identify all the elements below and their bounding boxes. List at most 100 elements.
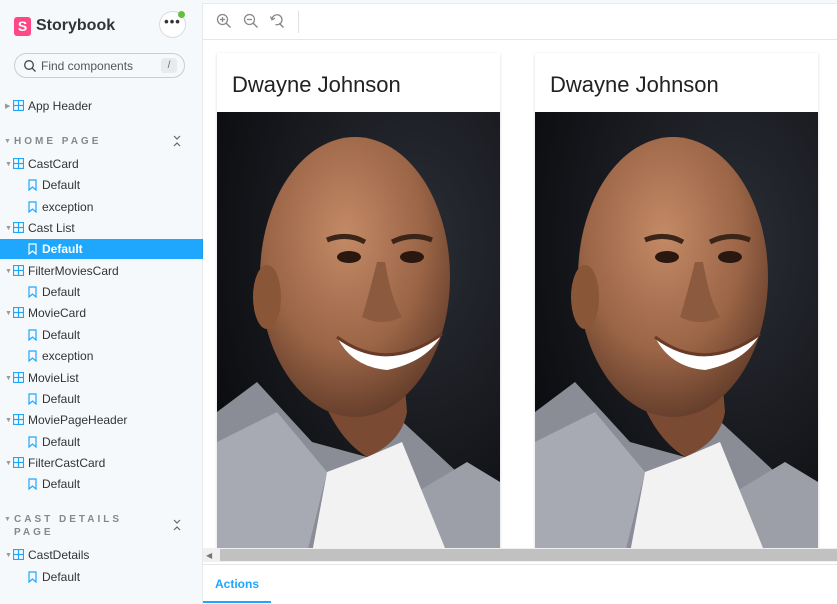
story-item[interactable]: Default xyxy=(0,432,203,452)
story-label: exception xyxy=(42,349,94,363)
brand[interactable]: S Storybook xyxy=(14,14,115,38)
tree-item-app-header[interactable]: ▶ App Header xyxy=(0,96,203,116)
sidebar: S Storybook ••• Find components / ▶ App … xyxy=(0,0,203,604)
cast-name: Dwayne Johnson xyxy=(232,72,401,97)
caret-down-icon: ▼ xyxy=(5,416,12,424)
zoom-out-icon[interactable] xyxy=(243,13,259,29)
tree-item-label: App Header xyxy=(28,99,93,113)
caret-down-icon: ▼ xyxy=(4,138,11,145)
story-item[interactable]: Default xyxy=(0,567,203,587)
addons-panel: Actions xyxy=(203,564,837,604)
tree-item-moviepageheader[interactable]: ▼ MoviePageHeader xyxy=(0,410,203,430)
tree-item-label: CastDetails xyxy=(28,548,90,562)
caret-down-icon: ▼ xyxy=(5,267,12,275)
tree-item-label: MovieList xyxy=(28,371,79,385)
component-icon xyxy=(13,158,24,169)
group-title-line2: PAGE xyxy=(14,527,54,538)
story-item[interactable]: exception xyxy=(0,197,203,217)
story-item[interactable]: Default xyxy=(0,474,203,494)
cast-photo xyxy=(217,112,500,548)
tree-item-castcard[interactable]: ▼ CastCard xyxy=(0,154,203,174)
group-cast-details-page[interactable]: CAST DETAILS PAGE xyxy=(14,514,122,538)
cast-card[interactable]: Dwayne Johnson xyxy=(217,53,500,548)
bookmark-icon xyxy=(28,393,37,405)
tree-item-filtercastcard[interactable]: ▼ FilterCastCard xyxy=(0,453,203,473)
caret-right-icon: ▶ xyxy=(5,103,11,110)
caret-down-icon: ▼ xyxy=(5,309,12,317)
component-icon xyxy=(13,414,24,425)
tree-item-label: FilterCastCard xyxy=(28,456,106,470)
preview-panel: Dwayne Johnson Dwayne Johnson ◀ Actions xyxy=(203,4,837,604)
component-icon xyxy=(13,265,24,276)
bookmark-icon xyxy=(28,436,37,448)
update-status-dot xyxy=(178,11,185,18)
search-placeholder: Find components xyxy=(41,59,134,73)
caret-down-icon: ▼ xyxy=(5,459,12,467)
caret-down-icon: ▼ xyxy=(4,516,11,523)
zoom-in-icon[interactable] xyxy=(216,13,232,29)
component-icon xyxy=(13,372,24,383)
tab-actions[interactable]: Actions xyxy=(203,565,271,603)
story-label: Default xyxy=(42,392,81,406)
story-item[interactable]: Default xyxy=(0,282,203,302)
component-icon xyxy=(13,100,24,111)
portrait-image xyxy=(535,112,818,548)
story-label: Default xyxy=(42,242,83,256)
search-shortcut-key: / xyxy=(161,58,177,73)
tree-item-cast-list[interactable]: ▼ Cast List xyxy=(0,218,203,238)
storybook-app: S Storybook ••• Find components / ▶ App … xyxy=(0,0,837,604)
bookmark-icon xyxy=(28,286,37,298)
story-canvas: Dwayne Johnson Dwayne Johnson xyxy=(203,41,837,548)
story-item[interactable]: Default xyxy=(0,175,203,195)
component-icon xyxy=(13,307,24,318)
story-item[interactable]: exception xyxy=(0,346,203,366)
tree-item-castdetails[interactable]: ▼ CastDetails xyxy=(0,545,203,565)
story-item-selected[interactable]: Default xyxy=(0,239,203,259)
horizontal-scrollbar[interactable]: ◀ xyxy=(203,548,837,562)
bookmark-icon xyxy=(28,571,37,583)
bookmark-icon xyxy=(28,201,37,213)
storybook-logo: S xyxy=(14,16,31,36)
scrollbar-thumb[interactable] xyxy=(220,549,837,561)
tree-item-moviecard[interactable]: ▼ MovieCard xyxy=(0,303,203,323)
caret-down-icon: ▼ xyxy=(5,374,12,382)
tree-item-movielist[interactable]: ▼ MovieList xyxy=(0,368,203,388)
preview-toolbar xyxy=(203,4,837,40)
toolbar-divider xyxy=(298,11,299,33)
bookmark-icon xyxy=(28,243,37,255)
cast-photo xyxy=(535,112,818,548)
search-field[interactable]: Find components / xyxy=(14,53,185,78)
bookmark-icon xyxy=(28,350,37,362)
bookmark-icon xyxy=(28,329,37,341)
search-icon xyxy=(24,60,36,72)
scroll-left-icon[interactable]: ◀ xyxy=(206,551,212,560)
story-item[interactable]: Default xyxy=(0,389,203,409)
brand-name: Storybook xyxy=(36,17,116,34)
story-label: Default xyxy=(42,328,81,342)
component-icon xyxy=(13,222,24,233)
tree-item-label: MoviePageHeader xyxy=(28,413,128,427)
group-home-page[interactable]: HOME PAGE xyxy=(14,136,101,147)
collapse-all-icon[interactable] xyxy=(172,519,182,531)
story-label: Default xyxy=(42,477,81,491)
tree-item-filtermoviescard[interactable]: ▼ FilterMoviesCard xyxy=(0,261,203,281)
component-icon xyxy=(13,457,24,468)
story-item[interactable]: Default xyxy=(0,325,203,345)
tree-item-label: MovieCard xyxy=(28,306,87,320)
story-label: Default xyxy=(42,435,81,449)
story-label: Default xyxy=(42,178,81,192)
component-icon xyxy=(13,549,24,560)
caret-down-icon: ▼ xyxy=(5,224,12,232)
zoom-reset-icon[interactable] xyxy=(269,13,285,29)
collapse-all-icon[interactable] xyxy=(172,135,182,147)
caret-down-icon: ▼ xyxy=(5,551,12,559)
story-label: Default xyxy=(42,285,81,299)
cast-card[interactable]: Dwayne Johnson xyxy=(535,53,818,548)
caret-down-icon: ▼ xyxy=(5,160,12,168)
bookmark-icon xyxy=(28,179,37,191)
story-label: Default xyxy=(42,570,81,584)
tree-item-label: Cast List xyxy=(28,221,75,235)
cast-name: Dwayne Johnson xyxy=(550,72,719,97)
bookmark-icon xyxy=(28,478,37,490)
tree-item-label: FilterMoviesCard xyxy=(28,264,119,278)
